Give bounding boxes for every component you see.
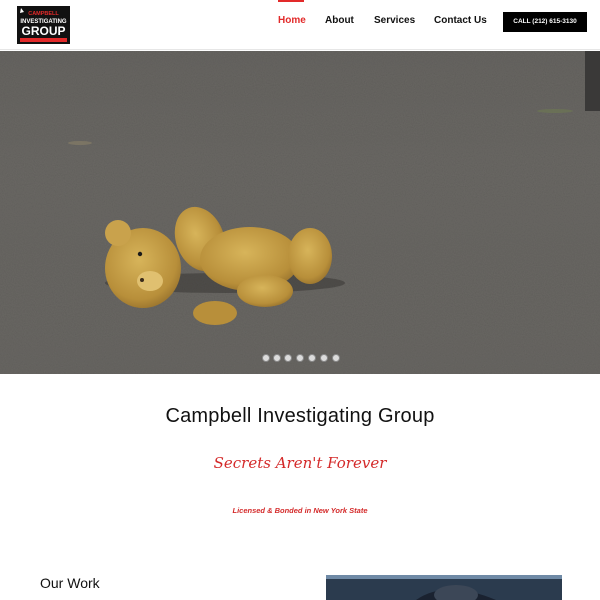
tagline: Secrets Aren't Forever [213, 454, 387, 472]
car-window-photo [326, 575, 562, 600]
hero-slider [0, 51, 600, 374]
slider-dot-7[interactable] [332, 354, 340, 362]
site-logo[interactable]: CAMPBELL INVESTIGATING GROUP [17, 6, 70, 44]
slider-dot-3[interactable] [284, 354, 292, 362]
nav-active-indicator [278, 0, 304, 2]
logo-line-1: CAMPBELL [28, 11, 59, 17]
nav-about[interactable]: About [325, 15, 354, 26]
call-button[interactable]: CALL (212) 615-3130 [503, 12, 587, 32]
logo-line-3: GROUP [21, 24, 65, 38]
slider-dot-2[interactable] [273, 354, 281, 362]
site-header: CAMPBELL INVESTIGATING GROUP Home About … [0, 0, 600, 50]
slider-dot-6[interactable] [320, 354, 328, 362]
nav-home[interactable]: Home [278, 15, 306, 26]
nav-contact-us[interactable]: Contact Us [434, 15, 487, 26]
our-work-heading: Our Work [40, 575, 100, 591]
slider-dot-4[interactable] [296, 354, 304, 362]
page-title: Campbell Investigating Group [165, 405, 435, 427]
slider-dot-5[interactable] [308, 354, 316, 362]
nav-services[interactable]: Services [374, 15, 415, 26]
licensed-note: Licensed & Bonded in New York State [232, 506, 368, 515]
teddy-bear-photo [0, 51, 600, 374]
slider-dot-1[interactable] [262, 354, 270, 362]
